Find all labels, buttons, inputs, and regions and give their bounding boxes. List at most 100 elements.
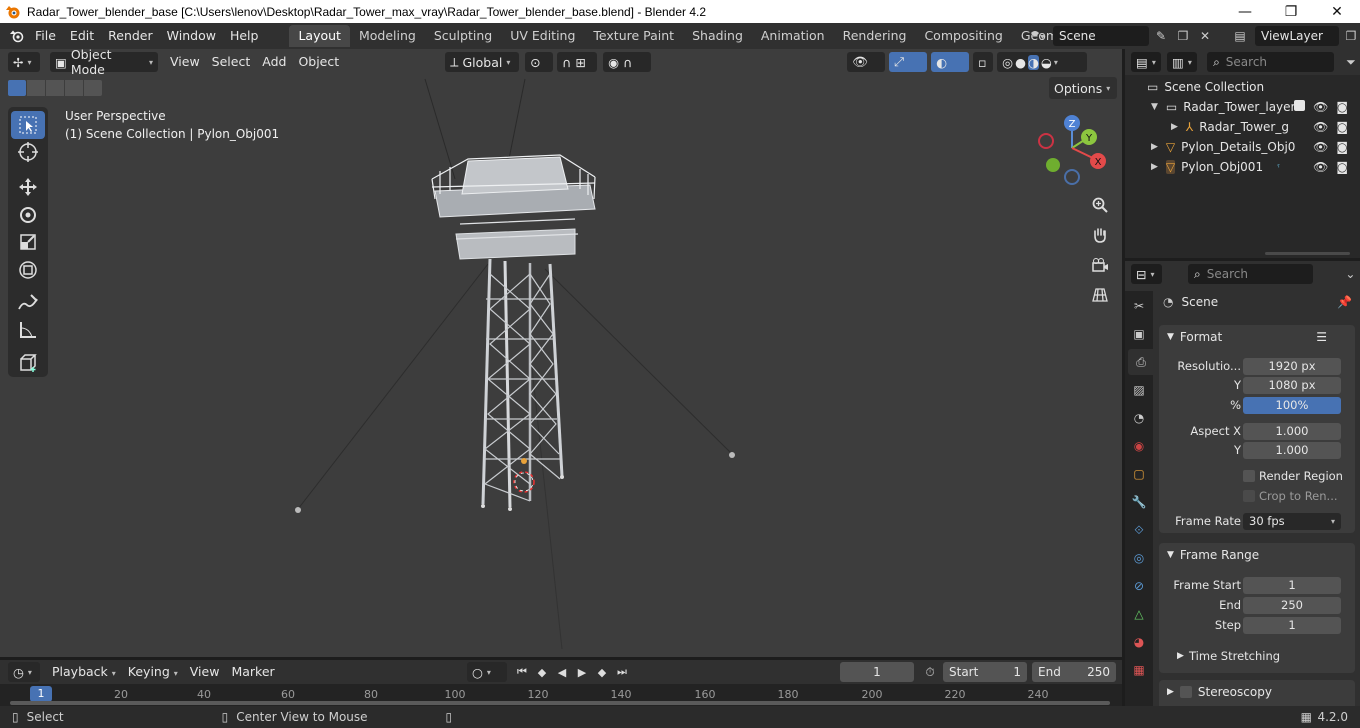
select-box-tool[interactable] xyxy=(11,111,45,139)
move-tool[interactable] xyxy=(11,173,45,201)
pin-icon[interactable]: ✎ xyxy=(1151,26,1171,46)
next-keyframe-icon[interactable]: ◆ xyxy=(592,662,612,682)
tab-compositing[interactable]: Compositing xyxy=(915,25,1011,47)
resolution-percent-field[interactable]: 100% xyxy=(1243,396,1341,414)
tab-shading[interactable]: Shading xyxy=(683,25,752,47)
material-shading-icon[interactable]: ◑ xyxy=(1028,54,1039,70)
prev-keyframe-icon[interactable]: ◆ xyxy=(532,662,552,682)
physics-tab-icon[interactable]: ◎ xyxy=(1128,545,1150,571)
select-set-icon[interactable] xyxy=(8,80,26,96)
view-layer-tab-icon[interactable]: ▨ xyxy=(1128,377,1150,403)
gizmo-toggle[interactable]: ⤢ xyxy=(889,52,928,72)
timeline-ruler[interactable]: 1 20 40 60 80 100 120 140 160 180 200 22… xyxy=(0,684,1122,706)
maximize-button[interactable]: ❐ xyxy=(1268,0,1314,23)
camera-icon[interactable]: ◙ xyxy=(1336,160,1348,174)
world-tab-icon[interactable]: ◉ xyxy=(1128,433,1150,459)
outliner-editor-type[interactable]: ▤ ▾ xyxy=(1131,52,1162,72)
transform-orientation-dropdown[interactable]: ⟂ Global ▾ xyxy=(445,52,520,72)
remove-scene-icon[interactable]: ✕ xyxy=(1195,26,1215,46)
auto-keying-toggle[interactable]: ○ ▾ xyxy=(467,662,507,682)
particles-tab-icon[interactable]: ⟐ xyxy=(1128,517,1150,543)
time-stretching-subpanel[interactable]: ▶ Time Stretching xyxy=(1159,647,1355,665)
scene-field[interactable]: Scene xyxy=(1053,26,1149,46)
format-panel-header[interactable]: ▼ Format ☰ xyxy=(1159,325,1355,349)
camera-view-icon[interactable] xyxy=(1087,252,1113,278)
properties-search[interactable]: ⌕ Search xyxy=(1188,264,1313,284)
stereoscopy-checkbox[interactable] xyxy=(1179,686,1192,698)
rotate-tool[interactable] xyxy=(11,201,45,229)
tab-animation[interactable]: Animation xyxy=(752,25,834,47)
menu-marker[interactable]: Marker xyxy=(225,662,280,682)
zoom-icon[interactable] xyxy=(1087,192,1113,218)
scene-icon[interactable] xyxy=(1025,26,1051,46)
current-frame-field[interactable]: 1 xyxy=(840,662,914,682)
scale-tool[interactable] xyxy=(11,228,45,256)
resolution-x-field[interactable]: 1920 px xyxy=(1243,357,1341,375)
menu-view[interactable]: View xyxy=(164,52,206,72)
tab-rendering[interactable]: Rendering xyxy=(834,25,916,47)
menu-edit[interactable]: Edit xyxy=(63,25,101,47)
pin-context-icon[interactable]: 📌 xyxy=(1337,295,1352,309)
jump-end-icon[interactable]: ⏭ xyxy=(612,662,632,682)
tab-uv-editing[interactable]: UV Editing xyxy=(501,25,584,47)
tab-layout[interactable]: Layout xyxy=(289,25,350,47)
frame-start-field[interactable]: 1 xyxy=(1243,576,1341,594)
editor-type-dropdown[interactable]: ✢ ▾ xyxy=(8,52,40,72)
jump-start-icon[interactable]: ⏮ xyxy=(512,662,532,682)
timeline-scrollbar[interactable] xyxy=(10,701,1110,705)
play-icon[interactable]: ▶ xyxy=(572,662,592,682)
close-window-button[interactable]: ✕ xyxy=(1314,0,1360,23)
object-tab-icon[interactable]: ▢ xyxy=(1128,461,1150,487)
menu-keying[interactable]: Keying ▾ xyxy=(122,662,184,682)
tab-modeling[interactable]: Modeling xyxy=(350,25,425,47)
menu-window[interactable]: Window xyxy=(160,25,223,47)
display-mode-dropdown[interactable]: ▥ ▾ xyxy=(1167,52,1198,72)
menu-timeline-view[interactable]: View xyxy=(184,662,226,682)
presets-icon[interactable]: ☰ xyxy=(1316,330,1327,344)
menu-playback[interactable]: Playback ▾ xyxy=(46,662,122,682)
output-tab-icon[interactable]: ⎙ xyxy=(1128,349,1154,375)
viewlayer-icon[interactable]: ▤ xyxy=(1227,26,1253,46)
pivot-dropdown[interactable]: ⊙ xyxy=(525,52,554,72)
play-reverse-icon[interactable]: ◀ xyxy=(552,662,572,682)
chevron-right-icon[interactable]: ▶ xyxy=(1171,122,1178,132)
material-tab-icon[interactable]: ◕ xyxy=(1128,629,1150,655)
tab-sculpting[interactable]: Sculpting xyxy=(425,25,501,47)
eye-icon[interactable]: 👁 xyxy=(1313,160,1328,174)
tab-texture-paint[interactable]: Texture Paint xyxy=(584,25,683,47)
chevron-right-icon[interactable]: ▶ xyxy=(1151,162,1158,172)
navigation-gizmo[interactable]: Z Y X xyxy=(1034,113,1114,193)
new-scene-icon[interactable]: ❐ xyxy=(1173,26,1193,46)
add-cube-tool[interactable] xyxy=(11,349,45,377)
eye-icon[interactable]: 👁 xyxy=(1313,120,1328,134)
end-frame-field[interactable]: End 250 xyxy=(1032,662,1116,682)
eye-icon[interactable]: 👁 xyxy=(1313,140,1328,154)
frame-rate-dropdown[interactable]: 30 fps ▾ xyxy=(1243,512,1341,530)
select-extend-icon[interactable] xyxy=(27,80,45,96)
scene-tab-icon[interactable]: ◔ xyxy=(1128,405,1150,431)
menu-render[interactable]: Render xyxy=(101,25,160,47)
properties-editor-type[interactable]: ⊟ ▾ xyxy=(1131,264,1163,284)
eye-icon[interactable]: 👁 xyxy=(1313,100,1328,114)
viewlayer-field[interactable]: ViewLayer xyxy=(1255,26,1339,46)
texture-tab-icon[interactable]: ▦ xyxy=(1128,657,1150,683)
measure-tool[interactable] xyxy=(11,317,45,345)
frame-range-panel-header[interactable]: ▼ Frame Range xyxy=(1159,543,1355,567)
orthographic-toggle-icon[interactable] xyxy=(1087,282,1113,308)
outliner-root[interactable]: ▭ Scene Collection xyxy=(1125,77,1360,97)
select-intersect-icon[interactable] xyxy=(84,80,102,96)
start-frame-field[interactable]: Start 1 xyxy=(943,662,1027,682)
3d-viewport[interactable]: ✢ ▾ ▣ Object Mode ▾ View Select Add Object… xyxy=(0,49,1122,657)
xray-toggle[interactable]: ▫ xyxy=(973,52,994,72)
cursor-tool[interactable] xyxy=(11,139,45,167)
camera-icon[interactable]: ◙ xyxy=(1336,140,1348,154)
options-dropdown[interactable]: Options ▾ xyxy=(1049,77,1117,99)
blender-menu-icon[interactable] xyxy=(6,26,28,46)
stereoscopy-panel-header[interactable]: ▶ Stereoscopy xyxy=(1159,680,1355,704)
minimize-button[interactable]: — xyxy=(1222,0,1268,23)
outliner-item-pylon-details[interactable]: ▶ ▽ Pylon_Details_Obj0 👁 ◙ xyxy=(1125,137,1360,157)
menu-select[interactable]: Select xyxy=(206,52,257,72)
render-region-checkbox[interactable] xyxy=(1243,470,1255,482)
aspect-y-field[interactable]: 1.000 xyxy=(1243,441,1341,459)
modifier-tab-icon[interactable]: 🔧 xyxy=(1128,489,1150,515)
